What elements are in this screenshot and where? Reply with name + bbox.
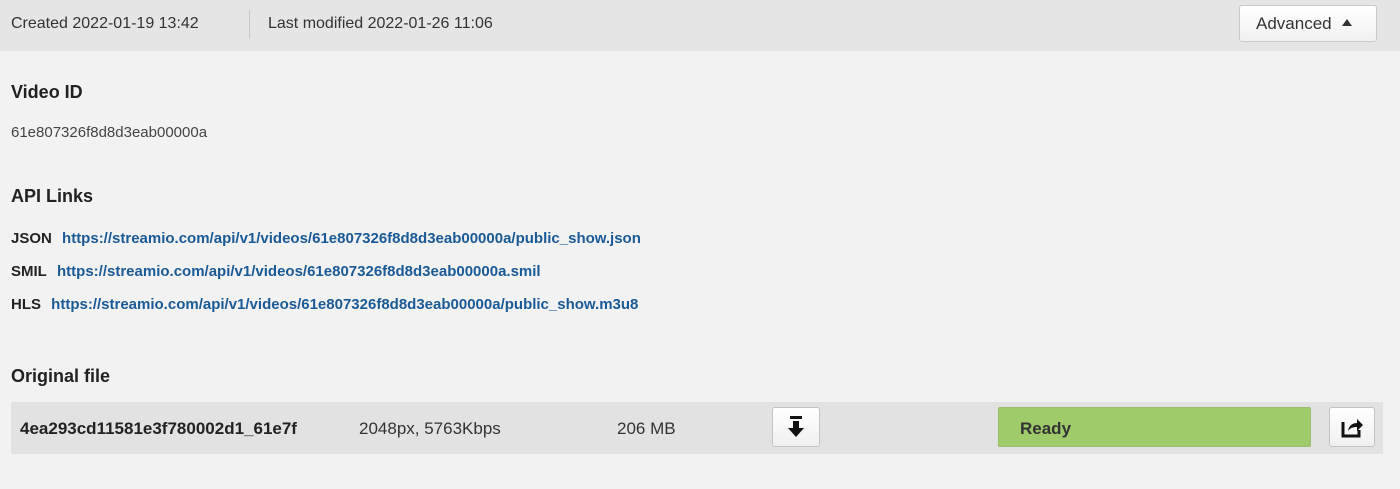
modified-timestamp: Last modified 2022-01-26 11:06 [268,15,493,32]
file-name: 4ea293cd11581e3f780002d1_61e7f [20,419,297,438]
api-link-json: JSON https://streamio.com/api/v1/videos/… [11,230,641,247]
file-size: 206 MB [617,419,676,438]
download-arrow-icon [788,416,804,437]
advanced-toggle-button[interactable]: Advanced [1239,5,1377,42]
download-button[interactable] [772,407,820,447]
api-link-url[interactable]: https://streamio.com/api/v1/videos/61e80… [51,296,638,313]
video-id-value: 61e807326f8d8d3eab00000a [11,124,208,141]
share-arrow-icon [1341,419,1363,438]
video-id-heading: Video ID [11,82,83,102]
status-label: Ready [1020,419,1072,438]
created-timestamp: Created 2022-01-19 13:42 [11,15,199,32]
status-progress-bar: Ready [998,407,1311,447]
caret-up-icon [1341,19,1352,26]
api-link-label: HLS [11,296,41,313]
api-links-heading: API Links [11,186,94,206]
share-button[interactable] [1329,407,1375,447]
advanced-button-label: Advanced [1256,13,1332,33]
api-link-url[interactable]: https://streamio.com/api/v1/videos/61e80… [57,263,541,280]
file-specs: 2048px, 5763Kbps [359,419,501,438]
api-link-hls: HLS https://streamio.com/api/v1/videos/6… [11,296,638,313]
api-link-label: SMIL [11,263,47,280]
api-link-smil: SMIL https://streamio.com/api/v1/videos/… [11,263,541,280]
divider [249,10,250,39]
metadata-bar: Created 2022-01-19 13:42 Last modified 2… [0,0,1400,51]
api-link-label: JSON [11,230,52,247]
api-link-url[interactable]: https://streamio.com/api/v1/videos/61e80… [62,230,641,247]
original-file-heading: Original file [11,366,111,386]
original-file-row: 4ea293cd11581e3f780002d1_61e7f 2048px, 5… [11,402,1383,454]
